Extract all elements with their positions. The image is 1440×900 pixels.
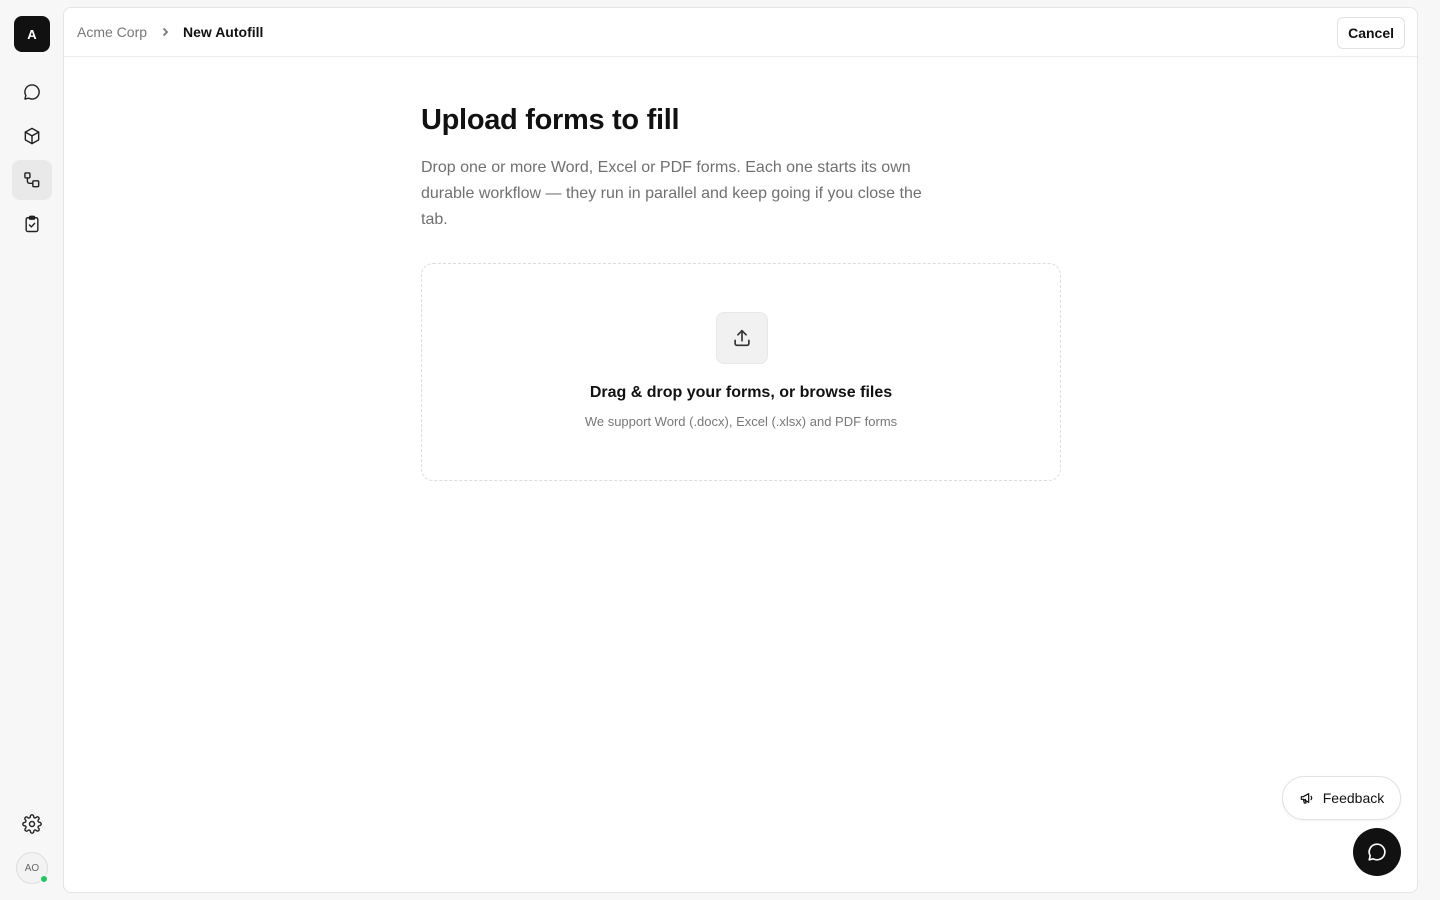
page-description: Drop one or more Word, Excel or PDF form… bbox=[421, 159, 922, 228]
dropzone-subtitle: We support Word (.docx), Excel (.xlsx) a… bbox=[584, 414, 898, 429]
avatar-initials: AO bbox=[24, 862, 40, 874]
dropzone-title[interactable]: Drag & drop your forms, or browse files bbox=[422, 384, 1060, 402]
workflow-icon bbox=[24, 172, 40, 188]
breadcrumb: Acme Corp New Autofill bbox=[77, 24, 263, 40]
sidebar-item-tasks[interactable] bbox=[12, 204, 52, 244]
file-dropzone[interactable]: Drag & drop your forms, or browse files … bbox=[421, 263, 1061, 481]
top-bar: Acme Corp New Autofill Cancel bbox=[64, 8, 1417, 57]
chevron-right-icon bbox=[159, 26, 171, 38]
breadcrumb-root[interactable]: Acme Corp bbox=[77, 24, 147, 40]
chat-icon bbox=[1368, 843, 1386, 861]
upload-icon bbox=[734, 329, 750, 347]
sidebar-item-chat[interactable] bbox=[12, 72, 52, 112]
sidebar-item-products[interactable] bbox=[12, 116, 52, 156]
chat-icon bbox=[24, 84, 40, 100]
upload-icon-tile bbox=[716, 312, 768, 364]
workspace-logo-letter: A bbox=[27, 26, 37, 42]
feedback-button[interactable]: Feedback bbox=[1282, 776, 1401, 820]
feedback-label: Feedback bbox=[1322, 790, 1385, 806]
megaphone-icon bbox=[1300, 793, 1313, 804]
chat-launcher-button[interactable] bbox=[1353, 828, 1401, 876]
clipboard-check-icon bbox=[25, 215, 39, 233]
settings-button[interactable] bbox=[12, 804, 52, 844]
cancel-button[interactable]: Cancel bbox=[1337, 17, 1405, 49]
main-panel: Acme Corp New Autofill Cancel Upload for… bbox=[63, 7, 1418, 893]
workspace-logo[interactable]: A bbox=[14, 16, 50, 52]
upload-content: Upload forms to fill Drop one or more Wo… bbox=[421, 104, 1061, 481]
sidebar-item-autofill[interactable] bbox=[12, 160, 52, 200]
page-title: Upload forms to fill bbox=[421, 104, 680, 136]
cube-icon bbox=[24, 127, 40, 145]
online-status-dot bbox=[40, 875, 48, 883]
gear-icon bbox=[22, 814, 42, 834]
breadcrumb-current: New Autofill bbox=[183, 24, 264, 40]
sidebar: A AO bbox=[0, 0, 64, 900]
user-avatar[interactable]: AO bbox=[16, 852, 48, 884]
